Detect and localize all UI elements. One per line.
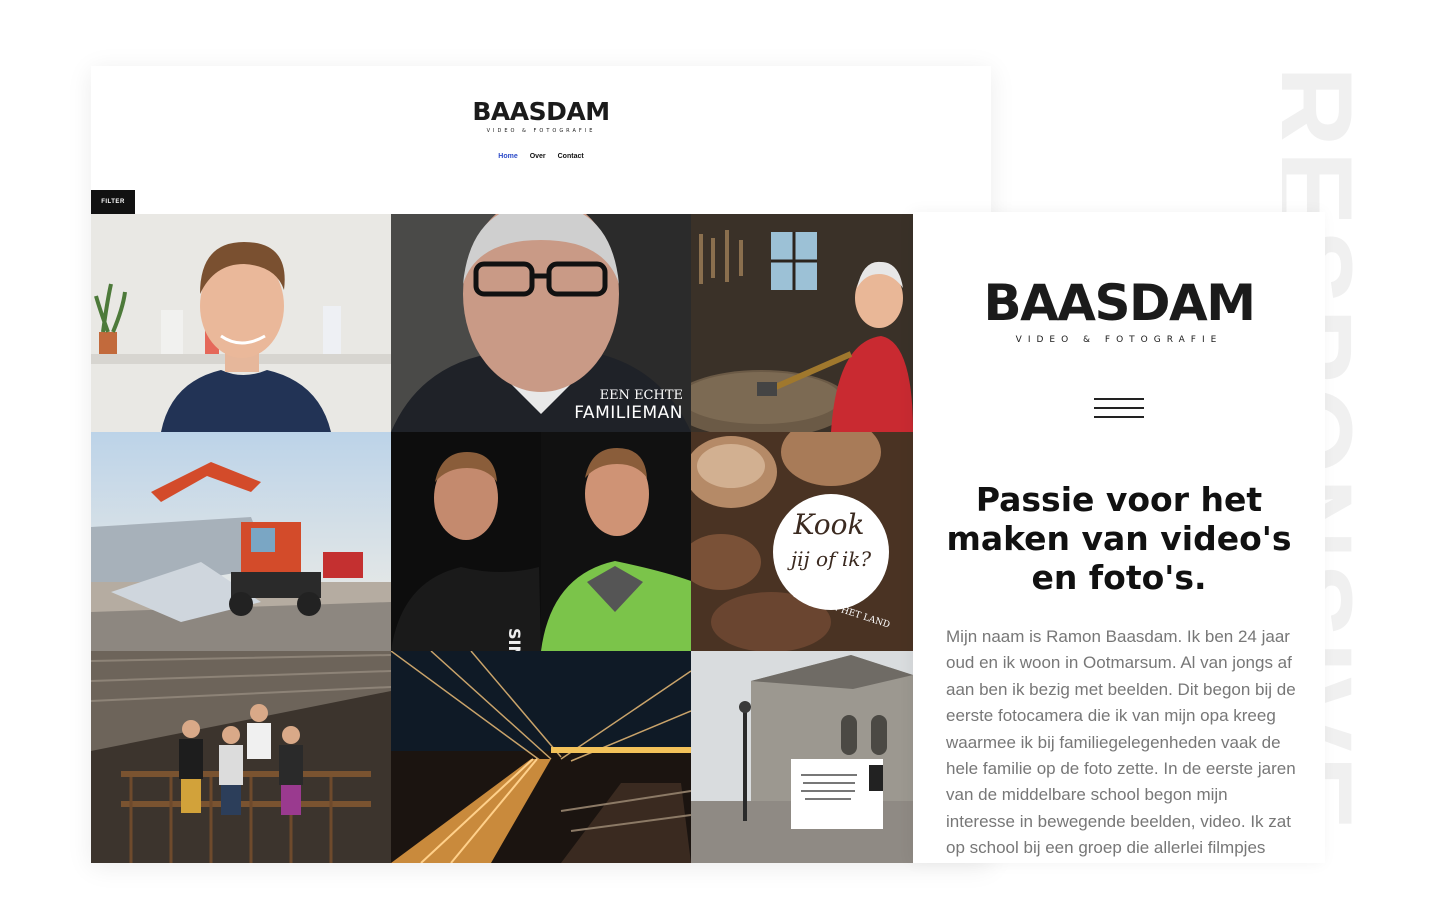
- badge-line2: jij of ik?: [787, 547, 871, 571]
- logo-tagline: VIDEO & FOTOGRAFIE: [1015, 335, 1223, 345]
- church-street-image: [691, 651, 913, 863]
- tile-portrait-older-man[interactable]: EEN ECHTE FAMILIEMAN: [391, 214, 691, 432]
- mobile-mockup: BAASDAM VIDEO & FOTOGRAFIE Passie voor h…: [913, 212, 1325, 863]
- tile-mushrooms[interactable]: Kook jij of ik? VERS VAN HET LAND: [691, 432, 913, 651]
- hamburger-menu-icon[interactable]: [1094, 398, 1144, 420]
- mushrooms-image: Kook jij of ik? VERS VAN HET LAND: [691, 432, 913, 651]
- intro-paragraph: Mijn naam is Ramon Baasdam. Ik ben 24 ja…: [946, 627, 1296, 858]
- tile-workshop-craftsman[interactable]: [691, 214, 913, 432]
- desktop-logo[interactable]: BAASDAM VIDEO & FOTOGRAFIE: [91, 97, 991, 135]
- logo-wordmark: BAASDAM: [472, 97, 610, 126]
- overlay-line1: EEN ECHTE: [600, 388, 683, 403]
- desktop-nav: Home Over Contact: [91, 153, 991, 160]
- tile-excavator-demolition[interactable]: [91, 432, 391, 651]
- mobile-logo[interactable]: BAASDAM VIDEO & FOTOGRAFIE: [913, 278, 1325, 345]
- workshop-craftsman-image: [691, 214, 913, 432]
- nav-over[interactable]: Over: [530, 153, 546, 160]
- band-on-stairs-image: [91, 651, 391, 863]
- logo-tagline: VIDEO & FOTOGRAFIE: [486, 128, 596, 134]
- bridge-night-image: [391, 651, 691, 863]
- excavator-demolition-image: [91, 432, 391, 651]
- tile-band-on-stairs[interactable]: [91, 651, 391, 863]
- portrait-young-man-image: [91, 214, 391, 432]
- two-men-portrait-image: SINHG: [391, 432, 691, 651]
- portrait-older-man-image: EEN ECHTE FAMILIEMAN: [391, 214, 691, 432]
- filter-button[interactable]: FILTER: [91, 190, 135, 214]
- tile-portrait-young-man[interactable]: [91, 214, 391, 432]
- portfolio-grid: EEN ECHTE FAMILIEMAN Kook jij of ik? VER…: [91, 214, 991, 863]
- tile-two-men-portrait[interactable]: SINHG: [391, 432, 691, 651]
- nav-home[interactable]: Home: [498, 153, 517, 160]
- logo-wordmark: BAASDAM: [983, 274, 1256, 332]
- nav-contact[interactable]: Contact: [558, 153, 584, 160]
- page-heading: Passie voor het maken van video's en fot…: [946, 480, 1292, 597]
- overlay-line2: FAMILIEMAN: [574, 403, 683, 423]
- badge-line1: Kook: [793, 508, 865, 541]
- jacket-text: SINHG: [505, 628, 524, 651]
- tile-church-street[interactable]: [691, 651, 913, 863]
- desktop-mockup: BAASDAM VIDEO & FOTOGRAFIE Home Over Con…: [91, 66, 991, 863]
- tile-bridge-night[interactable]: [391, 651, 691, 863]
